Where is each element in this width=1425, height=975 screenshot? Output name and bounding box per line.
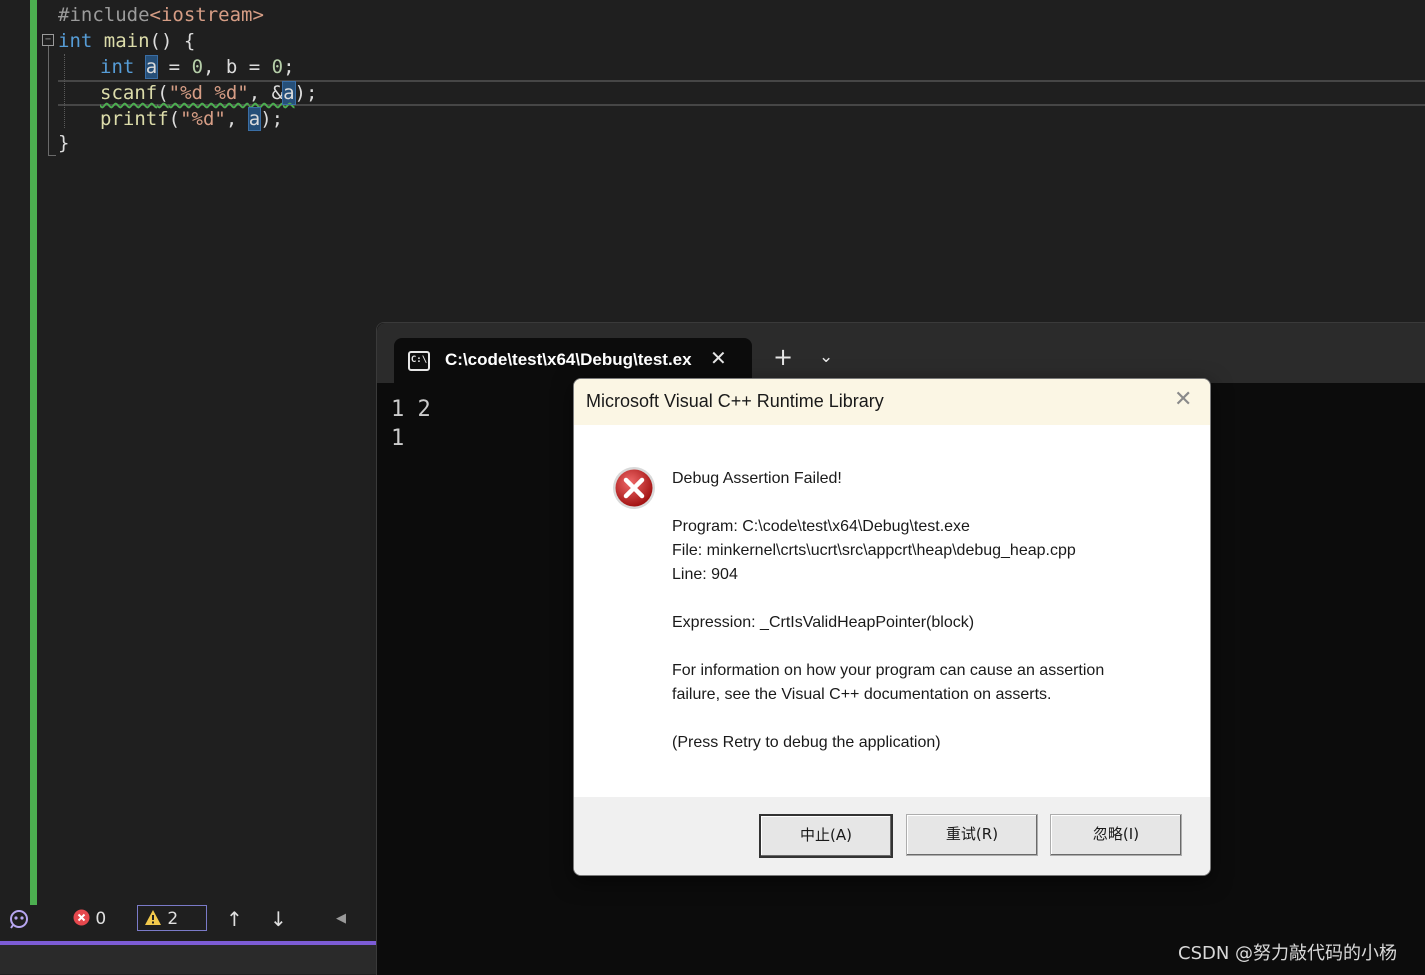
next-issue-arrow-icon[interactable]: ↓ <box>270 905 287 933</box>
expression-text: Expression: _CrtIsValidHeapPointer(block… <box>672 614 975 631</box>
change-indicator-bar <box>30 0 37 905</box>
terminal-output-line: 1 <box>391 426 405 451</box>
retry-button[interactable]: 重试(R) <box>906 814 1038 856</box>
dialog-title: Microsoft Visual C++ Runtime Library <box>586 391 884 411</box>
watermark: CSDN @努力敲代码的小杨 <box>1178 943 1398 964</box>
dialog-title-bar[interactable]: Microsoft Visual C++ Runtime Library ✕ <box>574 379 1210 425</box>
close-tab-icon[interactable]: ✕ <box>710 346 727 370</box>
file-path: File: minkernel\crts\ucrt\src\appcrt\hea… <box>672 542 1076 559</box>
code-line-1[interactable]: #include<iostream> <box>58 2 264 28</box>
console-icon: C:\ <box>408 351 430 371</box>
warning-icon <box>145 910 161 925</box>
indent-guide <box>64 54 65 128</box>
previous-issue-arrow-icon[interactable]: ↑ <box>226 905 243 933</box>
editor-status-bar: 0 2 ↑ ↓ ◀ <box>0 905 376 935</box>
ignore-button[interactable]: 忽略(I) <box>1050 814 1182 856</box>
info-text-line-1: For information on how your program can … <box>672 662 1105 679</box>
close-icon[interactable]: ✕ <box>1174 387 1192 413</box>
bottom-panel-strip <box>0 945 376 974</box>
code-line-3[interactable]: int a = 0, b = 0; <box>100 54 295 80</box>
assertion-dialog: Microsoft Visual C++ Runtime Library ✕ D… <box>573 378 1211 876</box>
error-icon <box>73 909 90 926</box>
chevron-down-icon[interactable]: ⌄ <box>819 345 833 369</box>
warning-count[interactable]: 2 <box>144 905 178 933</box>
code-line-6[interactable]: } <box>58 130 69 156</box>
collapse-icon[interactable]: − <box>42 34 54 46</box>
copilot-icon[interactable] <box>8 905 30 933</box>
code-line-4[interactable]: scanf("%d %d", &a); <box>100 80 317 106</box>
warning-count-label: 2 <box>167 909 179 929</box>
scroll-left-icon[interactable]: ◀ <box>336 905 346 933</box>
retry-hint: (Press Retry to debug the application) <box>672 734 941 751</box>
code-line-2[interactable]: int main() { <box>58 28 195 54</box>
line-number: Line: 904 <box>672 566 738 583</box>
code-line-5[interactable]: printf("%d", a); <box>100 106 283 132</box>
terminal-tab[interactable]: C:\ C:\code\test\x64\Debug\test.exe ✕ <box>394 338 752 383</box>
fold-guide <box>48 46 49 156</box>
info-text-line-2: failure, see the Visual C++ documentatio… <box>672 686 1052 703</box>
assertion-heading: Debug Assertion Failed! <box>672 470 842 487</box>
terminal-tab-title: C:\code\test\x64\Debug\test.exe <box>445 350 692 369</box>
new-tab-plus-icon[interactable]: + <box>773 343 793 371</box>
error-count[interactable]: 0 <box>73 905 106 933</box>
terminal-output-line: 1 2 <box>391 397 431 422</box>
program-path: Program: C:\code\test\x64\Debug\test.exe <box>672 518 970 535</box>
fold-guide-end <box>48 155 56 156</box>
abort-button[interactable]: 中止(A) <box>759 814 893 858</box>
error-icon <box>613 467 655 509</box>
error-count-label: 0 <box>95 909 107 929</box>
terminal-tab-bar: C:\ C:\code\test\x64\Debug\test.exe ✕ + … <box>377 323 1425 383</box>
